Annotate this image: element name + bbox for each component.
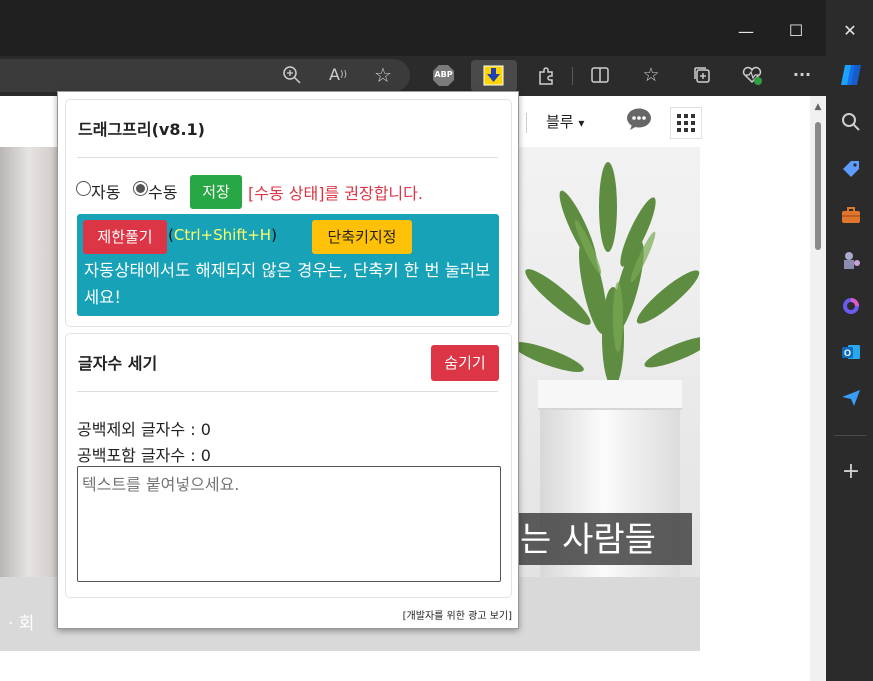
count-without-spaces: 공백제외 글자수 : 0 bbox=[77, 416, 211, 440]
toolbar-divider bbox=[572, 67, 573, 85]
shopping-tag-icon[interactable] bbox=[839, 158, 863, 182]
copilot-icon[interactable] bbox=[838, 62, 864, 88]
sidebar-search-icon[interactable] bbox=[839, 111, 863, 135]
tools-icon[interactable] bbox=[839, 204, 863, 228]
blur-label: 블루 bbox=[546, 113, 574, 131]
blur-dropdown[interactable]: 블루 ▾ bbox=[546, 111, 584, 132]
without-spaces-value: 0 bbox=[200, 420, 211, 439]
image-caption: 는 사람들 bbox=[520, 520, 656, 560]
outlook-icon[interactable]: O bbox=[839, 341, 863, 365]
info-message: 자동상태에서도 해제되지 않은 경우는, 단축키 한 번 눌러보세요! bbox=[84, 261, 491, 307]
count-with-spaces: 공백포함 글자수 : 0 bbox=[77, 442, 211, 466]
chat-bubble-icon[interactable] bbox=[626, 107, 652, 131]
read-aloud-icon[interactable]: A)) bbox=[327, 64, 349, 86]
manual-label: 수동 bbox=[148, 183, 178, 202]
save-button[interactable]: 저장 bbox=[190, 175, 242, 209]
ad-link[interactable]: [개발자를 위한 광고 보기] bbox=[403, 607, 512, 622]
with-spaces-label: 공백포함 글자수 : bbox=[77, 446, 201, 465]
counter-divider bbox=[77, 391, 498, 392]
zoom-icon[interactable] bbox=[281, 64, 303, 86]
extensions-puzzle-icon[interactable] bbox=[535, 64, 557, 86]
auto-radio[interactable] bbox=[76, 181, 91, 196]
close-button[interactable]: ✕ bbox=[840, 23, 860, 39]
shortcut-hint: (Ctrl+Shift+H) bbox=[168, 226, 277, 244]
apps-grid-icon[interactable] bbox=[670, 107, 702, 139]
band-text: · 회 bbox=[8, 614, 35, 634]
more-options-icon[interactable]: ··· bbox=[791, 64, 813, 86]
set-shortcut-button[interactable]: 단축키지정 bbox=[312, 220, 412, 254]
info-box: 제한풀기 (Ctrl+Shift+H) 단축키지정 자동상태에서도 해제되지 않… bbox=[77, 214, 499, 316]
drag-free-card: 드래그프리(v8.1) 자동 수동 저장 [수동 상태]를 권장합니다. 제한풀… bbox=[65, 99, 512, 327]
adblock-plus-icon[interactable]: ABP bbox=[433, 65, 454, 86]
send-icon[interactable] bbox=[839, 387, 863, 411]
left-article-image[interactable] bbox=[0, 147, 57, 577]
counter-title: 글자수 세기 bbox=[78, 354, 158, 373]
shortcut-close-paren: ) bbox=[271, 226, 277, 244]
unlock-button[interactable]: 제한풀기 bbox=[83, 220, 167, 254]
split-screen-icon[interactable] bbox=[589, 64, 611, 86]
popup-title: 드래그프리(v8.1) bbox=[78, 120, 205, 139]
auto-label: 자동 bbox=[91, 183, 121, 202]
scrollbar-thumb[interactable] bbox=[815, 122, 821, 250]
recommend-hint: [수동 상태]를 권장합니다. bbox=[248, 184, 423, 203]
header-divider bbox=[526, 113, 527, 133]
minimize-button[interactable]: — bbox=[736, 24, 756, 40]
sidebar-divider bbox=[834, 435, 866, 436]
scroll-up-arrow-icon[interactable]: ▲ bbox=[813, 102, 823, 112]
with-spaces-value: 0 bbox=[200, 446, 211, 465]
shortcut-keys: Ctrl+Shift+H bbox=[173, 226, 272, 244]
add-icon[interactable]: + bbox=[839, 460, 863, 484]
chevron-down-icon: ▾ bbox=[578, 116, 585, 130]
adblock-label: ABP bbox=[434, 70, 453, 79]
collections-icon[interactable] bbox=[691, 64, 713, 86]
manual-radio[interactable] bbox=[133, 181, 148, 196]
hide-button[interactable]: 숨기기 bbox=[431, 345, 499, 381]
microsoft365-icon[interactable] bbox=[839, 295, 863, 319]
favorite-star-icon[interactable]: ☆ bbox=[372, 64, 394, 86]
flower-pot-rim bbox=[538, 380, 682, 410]
maximize-button[interactable]: ☐ bbox=[786, 23, 806, 39]
drag-free-popup: 드래그프리(v8.1) 자동 수동 저장 [수동 상태]를 권장합니다. 제한풀… bbox=[57, 91, 519, 629]
char-counter-card: 글자수 세기 숨기기 공백제외 글자수 : 0 공백포함 글자수 : 0 bbox=[65, 333, 512, 598]
title-divider bbox=[77, 157, 498, 158]
svg-text:O: O bbox=[844, 348, 851, 358]
without-spaces-label: 공백제외 글자수 : bbox=[77, 420, 201, 439]
title-bar bbox=[0, 0, 826, 56]
games-icon[interactable] bbox=[839, 249, 863, 273]
browser-essentials-icon[interactable] bbox=[741, 64, 763, 86]
favorites-icon[interactable]: ☆ bbox=[640, 64, 662, 86]
text-input-area[interactable] bbox=[77, 466, 501, 582]
drag-free-extension-icon bbox=[483, 65, 504, 86]
manual-radio-dot bbox=[136, 184, 145, 193]
